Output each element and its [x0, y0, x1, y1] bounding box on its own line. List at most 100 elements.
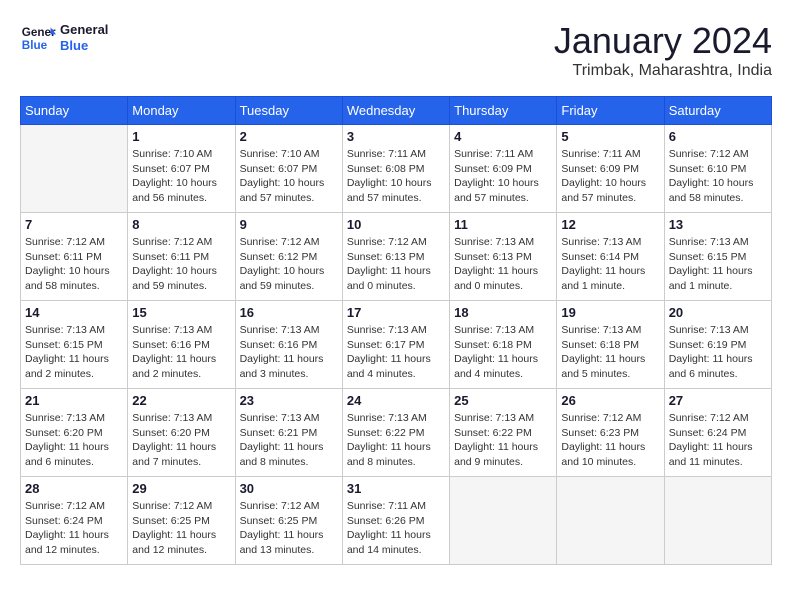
day-number: 1 — [132, 129, 230, 144]
title-block: January 2024 Trimbak, Maharashtra, India — [554, 20, 772, 80]
day-number: 18 — [454, 305, 552, 320]
day-number: 28 — [25, 481, 123, 496]
day-info: Sunrise: 7:12 AMSunset: 6:12 PMDaylight:… — [240, 235, 338, 294]
day-number: 17 — [347, 305, 445, 320]
day-number: 5 — [561, 129, 659, 144]
location: Trimbak, Maharashtra, India — [554, 62, 772, 80]
weekday-header-saturday: Saturday — [664, 97, 771, 125]
calendar-cell: 9 Sunrise: 7:12 AMSunset: 6:12 PMDaylight… — [235, 213, 342, 301]
calendar-cell — [557, 477, 664, 565]
calendar-cell: 23 Sunrise: 7:13 AMSunset: 6:21 PMDayligh… — [235, 389, 342, 477]
day-info: Sunrise: 7:13 AMSunset: 6:18 PMDaylight:… — [561, 323, 659, 382]
calendar-cell — [21, 125, 128, 213]
logo-general: General — [60, 22, 108, 38]
calendar-cell: 12 Sunrise: 7:13 AMSunset: 6:14 PMDayligh… — [557, 213, 664, 301]
day-number: 31 — [347, 481, 445, 496]
day-info: Sunrise: 7:13 AMSunset: 6:17 PMDaylight:… — [347, 323, 445, 382]
calendar-cell: 27 Sunrise: 7:12 AMSunset: 6:24 PMDayligh… — [664, 389, 771, 477]
day-info: Sunrise: 7:11 AMSunset: 6:26 PMDaylight:… — [347, 499, 445, 558]
weekday-header-wednesday: Wednesday — [342, 97, 449, 125]
day-number: 11 — [454, 217, 552, 232]
day-info: Sunrise: 7:13 AMSunset: 6:22 PMDaylight:… — [347, 411, 445, 470]
day-info: Sunrise: 7:12 AMSunset: 6:10 PMDaylight:… — [669, 147, 767, 206]
logo: General Blue General Blue — [20, 20, 108, 56]
day-number: 16 — [240, 305, 338, 320]
calendar-cell: 7 Sunrise: 7:12 AMSunset: 6:11 PMDaylight… — [21, 213, 128, 301]
day-info: Sunrise: 7:12 AMSunset: 6:25 PMDaylight:… — [240, 499, 338, 558]
calendar-cell — [450, 477, 557, 565]
calendar-cell: 17 Sunrise: 7:13 AMSunset: 6:17 PMDayligh… — [342, 301, 449, 389]
day-info: Sunrise: 7:11 AMSunset: 6:09 PMDaylight:… — [561, 147, 659, 206]
day-info: Sunrise: 7:13 AMSunset: 6:20 PMDaylight:… — [25, 411, 123, 470]
day-info: Sunrise: 7:10 AMSunset: 6:07 PMDaylight:… — [240, 147, 338, 206]
weekday-header-monday: Monday — [128, 97, 235, 125]
day-info: Sunrise: 7:12 AMSunset: 6:11 PMDaylight:… — [25, 235, 123, 294]
day-info: Sunrise: 7:12 AMSunset: 6:25 PMDaylight:… — [132, 499, 230, 558]
week-row-4: 21 Sunrise: 7:13 AMSunset: 6:20 PMDayligh… — [21, 389, 772, 477]
calendar-cell: 16 Sunrise: 7:13 AMSunset: 6:16 PMDayligh… — [235, 301, 342, 389]
calendar-cell: 14Sunrise: 7:13 AMSunset: 6:15 PMDayligh… — [21, 301, 128, 389]
calendar-cell: 24 Sunrise: 7:13 AMSunset: 6:22 PMDayligh… — [342, 389, 449, 477]
calendar-cell: 22Sunrise: 7:13 AMSunset: 6:20 PMDayligh… — [128, 389, 235, 477]
calendar-cell: 28Sunrise: 7:12 AMSunset: 6:24 PMDayligh… — [21, 477, 128, 565]
day-info: Sunrise: 7:13 AMSunset: 6:19 PMDaylight:… — [669, 323, 767, 382]
calendar-cell: 15 Sunrise: 7:13 AMSunset: 6:16 PMDayligh… — [128, 301, 235, 389]
week-row-5: 28Sunrise: 7:12 AMSunset: 6:24 PMDayligh… — [21, 477, 772, 565]
day-info: Sunrise: 7:12 AMSunset: 6:23 PMDaylight:… — [561, 411, 659, 470]
day-number: 15 — [132, 305, 230, 320]
day-info: Sunrise: 7:13 AMSunset: 6:15 PMDaylight:… — [669, 235, 767, 294]
month-title: January 2024 — [554, 20, 772, 62]
day-number: 7 — [25, 217, 123, 232]
weekday-header-friday: Friday — [557, 97, 664, 125]
day-number: 4 — [454, 129, 552, 144]
weekday-header-row: SundayMondayTuesdayWednesdayThursdayFrid… — [21, 97, 772, 125]
day-number: 25 — [454, 393, 552, 408]
calendar-cell: 21 Sunrise: 7:13 AMSunset: 6:20 PMDayligh… — [21, 389, 128, 477]
weekday-header-thursday: Thursday — [450, 97, 557, 125]
week-row-2: 7 Sunrise: 7:12 AMSunset: 6:11 PMDaylight… — [21, 213, 772, 301]
weekday-header-tuesday: Tuesday — [235, 97, 342, 125]
day-info: Sunrise: 7:13 AMSunset: 6:16 PMDaylight:… — [240, 323, 338, 382]
day-number: 9 — [240, 217, 338, 232]
day-number: 20 — [669, 305, 767, 320]
calendar-cell: 5 Sunrise: 7:11 AMSunset: 6:09 PMDaylight… — [557, 125, 664, 213]
day-number: 23 — [240, 393, 338, 408]
day-info: Sunrise: 7:12 AMSunset: 6:24 PMDaylight:… — [669, 411, 767, 470]
day-info: Sunrise: 7:13 AMSunset: 6:14 PMDaylight:… — [561, 235, 659, 294]
svg-text:Blue: Blue — [22, 39, 48, 52]
day-number: 2 — [240, 129, 338, 144]
calendar-cell: 19 Sunrise: 7:13 AMSunset: 6:18 PMDayligh… — [557, 301, 664, 389]
calendar-cell: 4Sunrise: 7:11 AMSunset: 6:09 PMDaylight… — [450, 125, 557, 213]
calendar-cell: 3Sunrise: 7:11 AMSunset: 6:08 PMDaylight… — [342, 125, 449, 213]
day-number: 27 — [669, 393, 767, 408]
day-info: Sunrise: 7:11 AMSunset: 6:08 PMDaylight:… — [347, 147, 445, 206]
week-row-1: 1 Sunrise: 7:10 AMSunset: 6:07 PMDaylight… — [21, 125, 772, 213]
calendar-cell: 2 Sunrise: 7:10 AMSunset: 6:07 PMDaylight… — [235, 125, 342, 213]
day-info: Sunrise: 7:13 AMSunset: 6:20 PMDaylight:… — [132, 411, 230, 470]
calendar-cell: 31 Sunrise: 7:11 AMSunset: 6:26 PMDayligh… — [342, 477, 449, 565]
calendar-cell: 30Sunrise: 7:12 AMSunset: 6:25 PMDayligh… — [235, 477, 342, 565]
week-row-3: 14Sunrise: 7:13 AMSunset: 6:15 PMDayligh… — [21, 301, 772, 389]
page-header: General Blue General Blue January 2024 T… — [20, 20, 772, 80]
day-info: Sunrise: 7:13 AMSunset: 6:21 PMDaylight:… — [240, 411, 338, 470]
calendar-cell: 11 Sunrise: 7:13 AMSunset: 6:13 PMDayligh… — [450, 213, 557, 301]
calendar-cell: 1 Sunrise: 7:10 AMSunset: 6:07 PMDaylight… — [128, 125, 235, 213]
day-info: Sunrise: 7:12 AMSunset: 6:13 PMDaylight:… — [347, 235, 445, 294]
day-info: Sunrise: 7:13 AMSunset: 6:18 PMDaylight:… — [454, 323, 552, 382]
calendar-cell: 18 Sunrise: 7:13 AMSunset: 6:18 PMDayligh… — [450, 301, 557, 389]
day-number: 29 — [132, 481, 230, 496]
calendar-cell — [664, 477, 771, 565]
day-number: 10 — [347, 217, 445, 232]
day-info: Sunrise: 7:13 AMSunset: 6:16 PMDaylight:… — [132, 323, 230, 382]
day-number: 24 — [347, 393, 445, 408]
day-number: 21 — [25, 393, 123, 408]
day-number: 8 — [132, 217, 230, 232]
day-info: Sunrise: 7:13 AMSunset: 6:13 PMDaylight:… — [454, 235, 552, 294]
day-number: 13 — [669, 217, 767, 232]
day-number: 14 — [25, 305, 123, 320]
calendar-cell: 10 Sunrise: 7:12 AMSunset: 6:13 PMDayligh… — [342, 213, 449, 301]
calendar-table: SundayMondayTuesdayWednesdayThursdayFrid… — [20, 96, 772, 565]
day-number: 12 — [561, 217, 659, 232]
day-info: Sunrise: 7:10 AMSunset: 6:07 PMDaylight:… — [132, 147, 230, 206]
day-number: 19 — [561, 305, 659, 320]
